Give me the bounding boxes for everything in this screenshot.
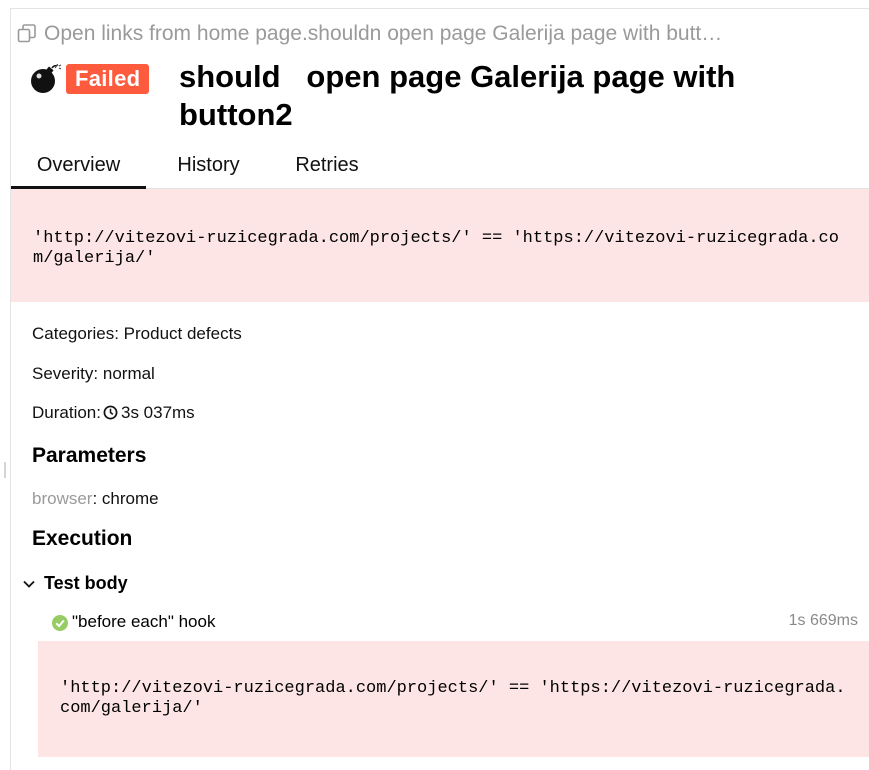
step-duration: 1s 669ms: [788, 612, 858, 629]
tab-retries[interactable]: Retries: [281, 146, 373, 186]
breadcrumb-text: Open links from home page.shouldn open p…: [44, 22, 723, 45]
bomb-icon: [31, 64, 62, 93]
step-name: "before each" hook: [72, 612, 216, 631]
breadcrumb[interactable]: Open links from home page.shouldn open p…: [16, 22, 868, 46]
resize-handle[interactable]: [4, 462, 6, 478]
test-body-label: Test body: [44, 573, 128, 593]
clock-icon: [103, 405, 118, 420]
categories-value: Product defects: [123, 324, 242, 343]
duration-line: Duration: 3s 037ms: [32, 403, 195, 423]
parameters-title: Parameters: [32, 444, 147, 467]
tab-history[interactable]: History: [161, 146, 256, 186]
error-message: 'http://vitezovi-ruzicegrada.com/project…: [11, 189, 869, 302]
step-row[interactable]: "before each" hook 1s 669ms: [50, 612, 860, 634]
tab-bar: Overview History Retries: [11, 146, 869, 189]
parameter-name: browser: [32, 489, 93, 508]
copy-icon[interactable]: [16, 23, 38, 45]
status-badge: Failed: [66, 64, 150, 94]
severity-line: Severity: normal: [32, 364, 155, 384]
categories-label: Categories:: [32, 324, 119, 343]
severity-value: normal: [102, 364, 155, 383]
execution-title: Execution: [32, 527, 133, 550]
check-circle-icon: [52, 615, 68, 631]
step-error-message: 'http://vitezovi-ruzicegrada.com/project…: [38, 641, 869, 757]
categories-line: Categories: Product defects: [32, 324, 242, 344]
duration-value: 3s 037ms: [120, 403, 195, 422]
page-title: should open page Galerija page with butt…: [179, 59, 744, 132]
test-body-toggle[interactable]: Test body: [22, 573, 128, 594]
parameter-value: chrome: [101, 489, 159, 508]
parameter-row: browser: chrome: [32, 489, 159, 508]
duration-label: Duration:: [32, 403, 101, 422]
severity-label: Severity:: [32, 364, 99, 383]
chevron-down-icon[interactable]: [22, 577, 36, 591]
tab-overview[interactable]: Overview: [11, 146, 146, 189]
